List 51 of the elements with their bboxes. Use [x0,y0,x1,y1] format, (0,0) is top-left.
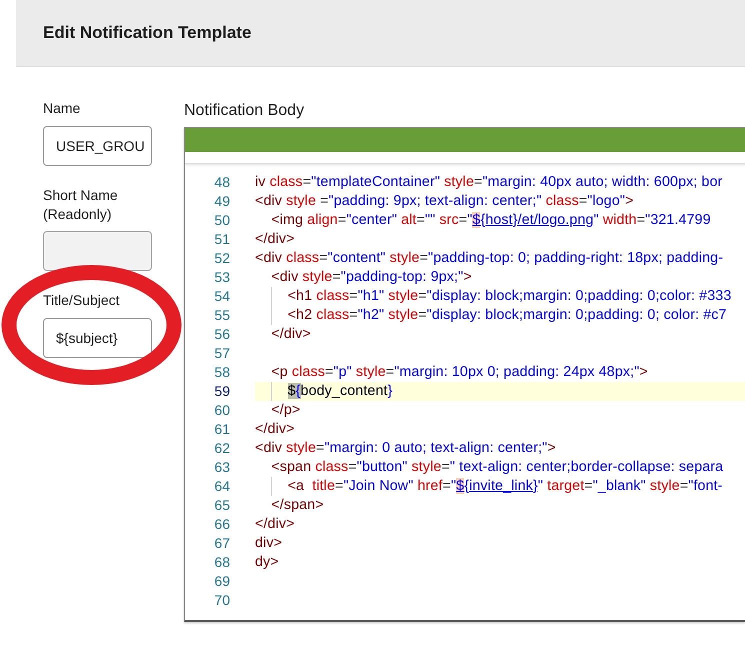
line-number: 56 [213,325,230,344]
line-number: 58 [213,363,230,382]
code-line: <div style="padding-top: 9px;"> [270,268,473,287]
text-field[interactable]: USER_GROU [43,126,152,166]
line-number: 68 [213,553,230,572]
code-editor[interactable] [184,127,745,622]
line-number: 59 [213,382,230,401]
code-line: <div style ="padding: 9px; text-align: center;" class="logo"> [255,192,635,211]
code-line: <div style="margin: 0 auto; text-align: center;"> [255,439,557,458]
code-line: <h1 class="h1" style="display: block;margin: 0;padding: 0;color: #333 [255,287,745,306]
line-number: 66 [213,515,230,534]
code-line: <div class="content" style="padding-top: 0; padding-right: 18px; padding- [255,249,724,268]
line-number: 67 [213,534,230,553]
code-line: <span class="button" style=" text-align: center;border-collapse: separa [270,458,724,477]
line-number: 60 [213,401,230,420]
line-number: 70 [213,591,230,610]
field-label: Short Name (Readonly) [43,186,119,224]
code-line: </p> [270,401,302,420]
code-line: <h2 class="h2" style="display: block;margin: 0;padding: 0; color: #c7 [255,306,745,325]
field-label: Name [43,99,80,118]
line-number: 64 [213,477,230,496]
code-line: iv class="templateContainer" style="margin: 40px auto; width: 600px; bor [255,173,724,192]
code-line: <p class="p" style="margin: 10px 0; padding: 24px 48px;"> [270,363,649,382]
code-line: </div> [255,515,296,534]
code-line: dy> [255,553,280,572]
code-line: </div> [255,420,296,439]
code-line: <img align="center" alt="" src="${host}/et/logo.png" width="321.4799 [270,211,712,230]
line-number: 52 [213,249,230,268]
line-number: 54 [213,287,230,306]
line-number: 48 [213,173,230,192]
field-label: Title/Subject [43,291,120,310]
code-line: </span> [270,496,325,515]
code-line: div> [255,534,284,553]
line-number: 53 [213,268,230,287]
line-number: 62 [213,439,230,458]
text-field[interactable]: ${subject} [43,318,152,358]
readonly-field[interactable] [43,231,152,271]
field-label: Notification Body [184,101,304,120]
line-number: 57 [213,344,230,363]
line-number: 63 [213,458,230,477]
line-number: 50 [213,211,230,230]
line-number: 55 [213,306,230,325]
code-line: </div> [255,230,296,249]
code-line: </div> [270,325,312,344]
line-number: 49 [213,192,230,211]
line-number: 61 [213,420,230,439]
line-number: 51 [213,230,230,249]
code-line: <a title="Join Now" href="${invite_link}" target="_blank" style="font- [255,477,745,496]
page-title: Edit Notification Template [43,23,252,43]
line-number: 69 [213,572,230,591]
line-number: 65 [213,496,230,515]
